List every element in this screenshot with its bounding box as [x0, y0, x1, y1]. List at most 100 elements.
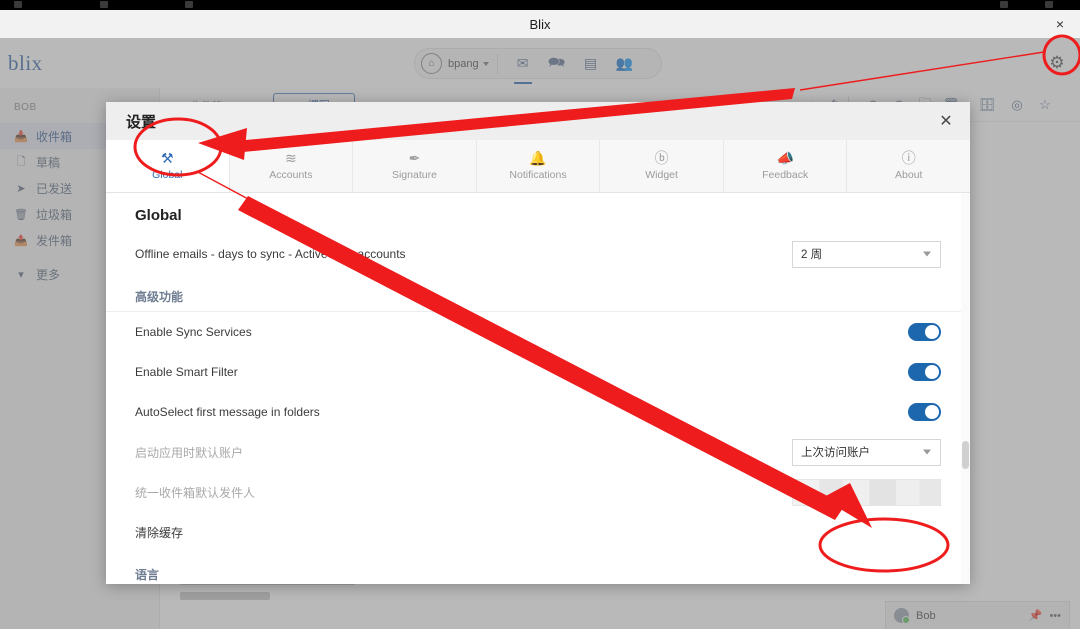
app-window: Blix × blix ⌂ bpang ✉ 🗪 ▤ 👥 ⚙ — [0, 10, 1080, 629]
app-header: blix ⌂ bpang ✉ 🗪 ▤ 👥 ⚙ — [0, 38, 1080, 88]
sidebar-item-label: 更多 — [36, 266, 60, 283]
sidebar-item-label: 收件箱 — [36, 128, 72, 145]
settings-panel: Global Offline emails - days to sync - A… — [106, 193, 970, 584]
row-label: Offline emails - days to sync - ActiveSy… — [135, 247, 792, 261]
calendar-icon[interactable]: ▤ — [574, 49, 608, 79]
os-icon-4 — [1000, 1, 1008, 8]
os-icon-2 — [100, 1, 108, 8]
offline-days-select[interactable]: 2 周 — [792, 241, 941, 268]
chevron-down-icon: ▾ — [14, 268, 28, 281]
window-titlebar: Blix × — [0, 10, 1080, 38]
row-label: Enable Sync Services — [135, 325, 908, 339]
row-offline-emails: Offline emails - days to sync - ActiveSy… — [106, 234, 970, 274]
group-language: 语言 — [106, 552, 970, 584]
tab-accounts[interactable]: ≋ Accounts — [230, 140, 354, 192]
row-default-account-on-startup: 启动应用时默认账户 上次访问账户 — [106, 432, 970, 472]
tab-global[interactable]: ⚒ Global — [106, 140, 230, 192]
window-close-button[interactable]: × — [1050, 14, 1070, 34]
mail-preview — [180, 592, 270, 600]
tab-feedback[interactable]: 📣 Feedback — [724, 140, 848, 192]
panel-scrollbar[interactable] — [961, 193, 970, 584]
tab-label: About — [895, 169, 922, 181]
more-horizontal-icon[interactable]: ••• — [1049, 610, 1061, 622]
row-label: 统一收件箱默认发件人 — [135, 484, 792, 501]
screen: Blix × blix ⌂ bpang ✉ 🗪 ▤ 👥 ⚙ — [0, 0, 1080, 629]
row-label: 启动应用时默认账户 — [135, 444, 792, 461]
tab-label: Global — [152, 169, 182, 181]
row-enable-sync-services: Enable Sync Services — [106, 312, 970, 352]
os-top-strip — [0, 0, 1080, 10]
gear-icon[interactable]: ⚙ — [1042, 48, 1072, 78]
settings-tabs: ⚒ Global ≋ Accounts ✒ Signature 🔔 Notifi… — [106, 140, 970, 193]
select-value: 上次访问账户 — [801, 444, 870, 460]
tab-label: Signature — [392, 169, 437, 181]
tab-label: Feedback — [762, 169, 808, 181]
mute-icon[interactable]: ◎ — [1008, 96, 1026, 114]
bell-icon: 🔔 — [529, 151, 546, 165]
enable-sync-services-toggle[interactable] — [908, 323, 941, 341]
chevron-down-icon — [923, 252, 931, 257]
chat-icon[interactable]: 🗪 — [540, 49, 574, 79]
settings-dialog: 设置 ✕ ⚒ Global ≋ Accounts ✒ Signature 🔔 — [106, 102, 970, 584]
default-account-select[interactable]: 上次访问账户 — [792, 439, 941, 466]
trash-icon: 🗑 — [14, 208, 28, 221]
row-label: AutoSelect first message in folders — [135, 405, 908, 419]
section-title: Global — [106, 193, 970, 234]
tab-about[interactable]: ⓘ About — [847, 140, 970, 192]
layers-icon: ≋ — [285, 151, 297, 165]
sent-icon: ➤ — [14, 182, 28, 195]
sidebar-item-label: 已发送 — [36, 180, 72, 197]
tab-label: Notifications — [509, 169, 566, 181]
tab-notifications[interactable]: 🔔 Notifications — [477, 140, 601, 192]
contacts-icon[interactable]: 👥 — [608, 49, 642, 79]
row-autoselect-first-message: AutoSelect first message in folders — [106, 392, 970, 432]
select-value: 2 周 — [801, 246, 822, 262]
os-icon-5 — [1045, 1, 1053, 8]
star-icon[interactable]: ☆ — [1036, 96, 1054, 114]
account-name: bpang — [448, 58, 479, 70]
megaphone-icon: 📣 — [776, 151, 793, 165]
unified-inbox-sender-select[interactable] — [792, 479, 941, 506]
tools-icon: ⚒ — [161, 151, 174, 165]
chat-name: Bob — [916, 610, 1022, 622]
tab-widget[interactable]: ⓑ Widget — [600, 140, 724, 192]
row-label: 清除缓存 — [135, 524, 941, 541]
home-icon: ⌂ — [421, 53, 442, 74]
pin-icon[interactable]: 📌 — [1029, 609, 1043, 622]
archive-icon[interactable]: 🗄 — [978, 96, 996, 114]
inbox-icon: 📥 — [14, 130, 28, 143]
autoselect-first-message-toggle[interactable] — [908, 403, 941, 421]
chat-bar[interactable]: Bob 📌 ••• — [885, 601, 1070, 629]
app-logo: blix — [8, 51, 43, 76]
settings-title: 设置 — [126, 111, 156, 132]
sidebar-item-label: 发件箱 — [36, 232, 72, 249]
os-icon-3 — [185, 1, 193, 8]
os-icon-1 — [14, 1, 22, 8]
sidebar-item-label: 草稿 — [36, 154, 60, 171]
info-icon: ⓘ — [902, 151, 916, 165]
tab-label: Accounts — [269, 169, 312, 181]
window-title: Blix — [530, 17, 551, 32]
chevron-down-icon — [923, 450, 931, 455]
divider — [497, 54, 498, 74]
row-enable-smart-filter: Enable Smart Filter — [106, 352, 970, 392]
settings-header: 设置 ✕ — [106, 102, 970, 140]
sidebar-item-label: 垃圾箱 — [36, 206, 72, 223]
tab-label: Widget — [645, 169, 678, 181]
avatar-icon — [894, 608, 909, 623]
widget-icon: ⓑ — [655, 151, 669, 165]
chevron-down-icon — [483, 62, 489, 66]
enable-smart-filter-toggle[interactable] — [908, 363, 941, 381]
account-switcher[interactable]: ⌂ bpang ✉ 🗪 ▤ 👥 — [414, 48, 662, 79]
scrollbar-thumb[interactable] — [962, 441, 969, 469]
draft-icon: 🗋 — [14, 153, 28, 172]
outbox-icon: 📤 — [14, 234, 28, 247]
group-advanced: 高级功能 — [106, 274, 970, 312]
row-clear-cache[interactable]: 清除缓存 — [106, 512, 970, 552]
pen-icon: ✒ — [409, 151, 421, 165]
tab-signature[interactable]: ✒ Signature — [353, 140, 477, 192]
settings-close-button[interactable]: ✕ — [936, 111, 956, 131]
mail-icon[interactable]: ✉ — [506, 49, 540, 79]
row-label: Enable Smart Filter — [135, 365, 908, 379]
row-unified-inbox-default-sender: 统一收件箱默认发件人 — [106, 472, 970, 512]
